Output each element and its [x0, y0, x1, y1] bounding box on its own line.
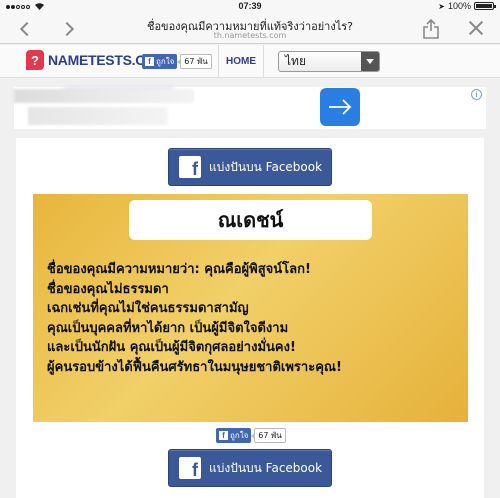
ad-banner[interactable]: i — [14, 87, 486, 129]
facebook-like-button[interactable]: f ถูกใจ — [142, 54, 178, 69]
facebook-like-widget: f ถูกใจ 67 พัน — [142, 54, 212, 69]
result-line: ผู้คนรอบข้างได้ฟื้นคืนศรัทธาในมนุษยชาติเ… — [47, 359, 342, 375]
ad-blurred-text — [28, 107, 168, 125]
ad-blurred-text — [14, 89, 194, 103]
battery-area: ➤ 100% — [438, 1, 496, 11]
share-facebook-button[interactable]: f แบ่งปันบน Facebook — [168, 148, 332, 186]
result-line: ชื่อของคุณมีความหมายว่า: คุณคือผู้พิสูจน… — [47, 262, 311, 277]
battery-icon — [474, 2, 496, 10]
arrow-right-icon — [329, 99, 352, 115]
result-name: ณเดชน์ — [129, 200, 372, 240]
facebook-icon: f — [179, 457, 201, 479]
result-image: ณเดชน์ ชื่อของคุณมีความหมายว่า: คุณคือผู… — [33, 194, 468, 422]
facebook-like-button[interactable]: f ถูกใจ — [216, 428, 252, 443]
facebook-like-widget-bottom: f ถูกใจ 67 พัน — [216, 428, 286, 443]
clock: 07:39 — [238, 1, 262, 11]
share-label: แบ่งปันบน Facebook — [209, 460, 323, 475]
share-label: แบ่งปันบน Facebook — [209, 159, 323, 174]
site-header: ? NAMETESTS.COM f ถูกใจ 67 พัน HOME ไทย — [0, 45, 500, 78]
ad-choices-icon[interactable]: i — [471, 89, 482, 100]
close-icon[interactable] — [468, 20, 484, 36]
like-label: ถูกใจ — [156, 57, 175, 66]
location-icon: ➤ — [438, 1, 445, 11]
result-line: คุณเป็นบุคคลที่หาได้ยาก เป็นผู้มีจิตใจดี… — [47, 320, 289, 336]
page-url[interactable]: th.nametests.com — [100, 31, 400, 40]
status-bar: 07:39 ➤ 100% — [0, 0, 500, 14]
battery-percentage: 100% — [447, 1, 471, 11]
result-description: ชื่อของคุณมีความหมายว่า: คุณคือผู้พิสูจน… — [47, 260, 458, 377]
home-link[interactable]: HOME — [218, 45, 264, 78]
forward-button[interactable] — [58, 18, 80, 40]
facebook-icon: f — [219, 431, 228, 440]
facebook-icon: f — [145, 57, 154, 66]
result-line: และเป็นนักฝัน คุณเป็นผู้มีจิตกุศลอย่างมั… — [47, 340, 296, 355]
back-button[interactable] — [14, 18, 36, 40]
language-selected-value: ไทย — [285, 54, 306, 68]
language-select[interactable]: ไทย — [278, 51, 380, 72]
result-line: ชื่อของคุณไม่ธรรมดา — [47, 281, 169, 297]
share-facebook-button-bottom[interactable]: f แบ่งปันบน Facebook — [168, 449, 332, 487]
chevron-right-icon — [59, 21, 75, 37]
like-label: ถูกใจ — [230, 431, 249, 440]
facebook-icon: f — [179, 156, 201, 178]
result-card: f แบ่งปันบน Facebook ณเดชน์ ชื่อของคุณมี… — [16, 138, 484, 498]
ad-arrow-button[interactable] — [320, 88, 360, 126]
browser-toolbar: ชื่อของคุณมีความหมายที่แท้จริงว่าอย่างไร… — [0, 14, 500, 44]
result-line: เฉกเช่นที่คุณไม่ใช่คนธรรมดาสามัญ — [47, 301, 249, 316]
logo-question-icon: ? — [26, 50, 44, 70]
share-icon[interactable] — [422, 19, 440, 39]
like-count: 67 พัน — [251, 428, 286, 443]
like-count: 67 พัน — [177, 54, 212, 69]
chevron-left-icon — [19, 21, 35, 37]
dropdown-arrow-icon — [361, 52, 379, 71]
